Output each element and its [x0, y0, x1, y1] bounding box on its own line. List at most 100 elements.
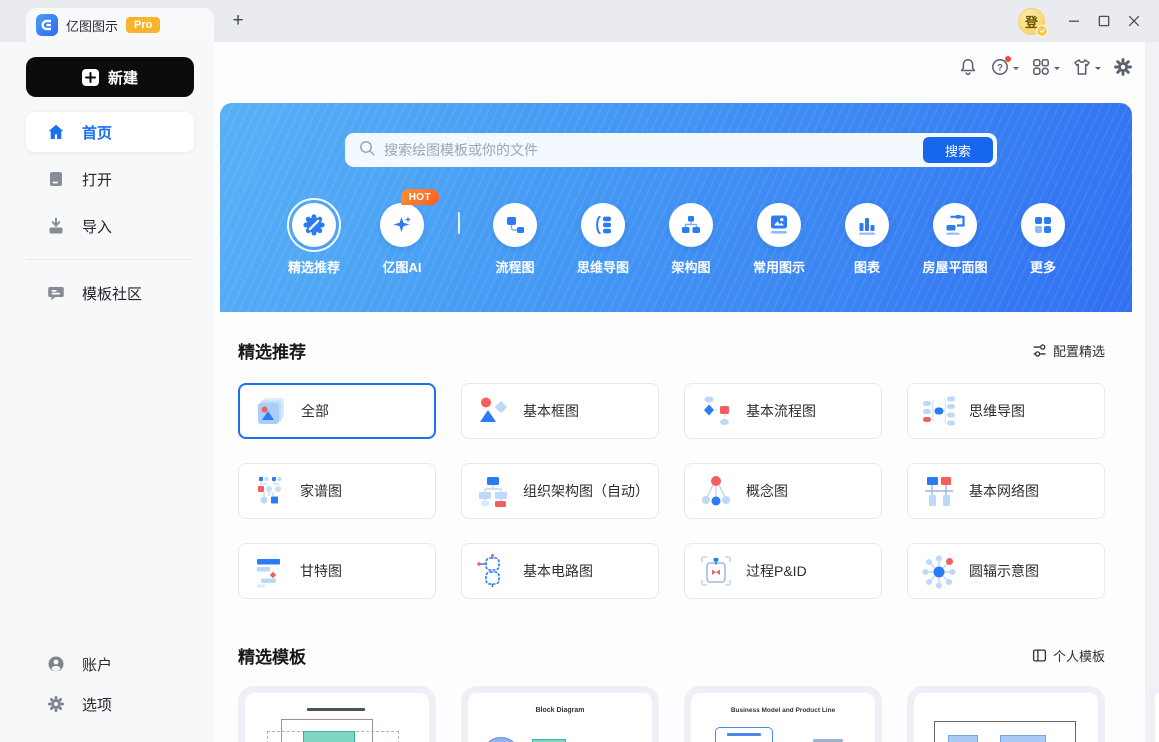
minimize-button[interactable]	[1059, 0, 1089, 42]
user-avatar[interactable]: 登	[1018, 7, 1048, 37]
flowchart-icon	[493, 203, 537, 247]
card-label: 基本电路图	[523, 563, 593, 579]
category-featured[interactable]: 精选推荐	[270, 198, 358, 276]
theme-shirt-icon[interactable]	[1072, 57, 1101, 77]
card-concept-map[interactable]: 概念图	[684, 463, 882, 519]
sidebar-item-import[interactable]: 导入	[26, 206, 194, 246]
card-basic-flowchart[interactable]: 基本流程图	[684, 383, 882, 439]
panel-icon	[1032, 649, 1047, 662]
import-icon	[47, 217, 65, 235]
sidebar-item-options[interactable]: 选项	[26, 684, 194, 724]
card-process-pid[interactable]: 过程P&ID	[684, 543, 882, 599]
tab-bar: 亿图图示 Pro + 登	[0, 0, 1159, 42]
help-icon[interactable]: ?	[990, 56, 1019, 77]
category-ai[interactable]: HOT 亿图AI	[358, 189, 446, 276]
category-label: 架构图	[671, 260, 711, 275]
basic-flowchart-icon	[704, 396, 729, 425]
thumb-shape	[303, 731, 355, 742]
card-family-tree[interactable]: 家谱图	[238, 463, 436, 519]
home-icon	[47, 123, 65, 141]
family-tree-icon	[258, 477, 282, 504]
app-title: 亿图图示	[66, 18, 119, 34]
category-label: 流程图	[495, 260, 535, 275]
search-input[interactable]	[384, 142, 915, 158]
personal-templates-button[interactable]: 个人模板	[1032, 646, 1105, 665]
action-label: 配置精选	[1052, 344, 1105, 359]
sidebar-item-label: 首页	[82, 124, 113, 142]
template-thumbnail[interactable]: Business Model and Product Line	[684, 686, 882, 742]
next-template-peek[interactable]	[1148, 686, 1159, 742]
thumb-title-line	[307, 708, 365, 711]
app-logo-icon	[36, 14, 58, 36]
template-thumbnail[interactable]: Block Diagram	[461, 686, 659, 742]
sidebar-item-label: 模板社区	[82, 285, 143, 303]
category-mindmap[interactable]: 思维导图	[559, 198, 647, 276]
thumb-shape	[1000, 735, 1046, 742]
category-floorplan[interactable]: 房屋平面图	[911, 198, 999, 276]
card-gantt[interactable]: 甘特图	[238, 543, 436, 599]
thumb-title: Business Model and Product Line	[730, 707, 836, 714]
architecture-icon	[669, 203, 713, 247]
card-basic-network[interactable]: 基本网络图	[907, 463, 1105, 519]
chevron-down-icon	[1013, 67, 1019, 73]
close-button[interactable]	[1119, 0, 1149, 42]
radial-icon	[922, 555, 956, 589]
sidebar-item-label: 选项	[82, 696, 113, 714]
app-tab[interactable]: 亿图图示 Pro	[26, 8, 214, 42]
category-architecture[interactable]: 架构图	[647, 198, 735, 276]
config-sliders-icon	[1033, 344, 1046, 357]
template-thumbnails-row: Block Diagram Business Model and Product…	[238, 686, 1105, 742]
category-flowchart[interactable]: 流程图	[471, 198, 559, 276]
notification-bell-icon[interactable]	[958, 57, 978, 77]
action-label: 个人模板	[1052, 649, 1105, 664]
maximize-button[interactable]	[1089, 0, 1119, 42]
new-document-button[interactable]: 新建	[26, 57, 194, 97]
configure-featured-button[interactable]: 配置精选	[1032, 341, 1105, 360]
featured-cards-grid: 全部 基本框图 基本流程图 思维导图 家谱图 组织架构图（自动） 概念图 基本网…	[238, 383, 1105, 599]
card-basic-block[interactable]: 基本框图	[461, 383, 659, 439]
template-thumbnail[interactable]	[238, 686, 436, 742]
featured-section-title: 精选推荐	[238, 343, 306, 362]
category-charts[interactable]: 图表	[823, 198, 911, 276]
card-all[interactable]: 全部	[238, 383, 436, 439]
scrollbar-track[interactable]	[1145, 42, 1159, 742]
thumb-shape	[727, 733, 761, 736]
category-label: 亿图AI	[382, 260, 422, 275]
circuit-icon	[477, 554, 500, 587]
community-icon	[47, 284, 65, 302]
card-label: 过程P&ID	[746, 563, 807, 579]
card-label: 思维导图	[969, 403, 1025, 419]
card-basic-circuit[interactable]: 基本电路图	[461, 543, 659, 599]
card-mindmap[interactable]: 思维导图	[907, 383, 1105, 439]
floorplan-icon	[933, 203, 977, 247]
ai-sparkle-icon	[380, 203, 424, 247]
mindmap-card-icon	[923, 396, 955, 426]
mindmap-icon	[581, 203, 625, 247]
sidebar-item-template-community[interactable]: 模板社区	[26, 273, 194, 313]
sidebar-item-open[interactable]: 打开	[26, 159, 194, 199]
card-label: 基本网络图	[969, 483, 1039, 499]
thumb-shape	[486, 737, 516, 742]
sidebar-item-label: 账户	[82, 656, 113, 674]
search-button[interactable]: 搜索	[923, 137, 993, 163]
network-icon	[925, 477, 953, 506]
featured-badge-icon	[292, 203, 336, 247]
sidebar-item-account[interactable]: 账户	[26, 644, 194, 684]
card-org-chart-auto[interactable]: 组织架构图（自动）	[461, 463, 659, 519]
category-more[interactable]: 更多	[999, 198, 1087, 276]
new-tab-button[interactable]: +	[226, 0, 250, 42]
card-label: 组织架构图（自动）	[523, 483, 649, 499]
sidebar-item-label: 导入	[82, 218, 113, 236]
category-common-diagrams[interactable]: 常用图示	[735, 198, 823, 276]
sidebar-item-home[interactable]: 首页	[26, 112, 194, 152]
options-gear-icon	[47, 695, 65, 713]
card-label: 甘特图	[300, 563, 342, 579]
template-thumbnail[interactable]	[907, 686, 1105, 742]
card-label: 基本流程图	[746, 403, 816, 419]
document-icon	[47, 170, 65, 188]
pro-badge: Pro	[126, 17, 161, 33]
card-radial-diagram[interactable]: 圆辐示意图	[907, 543, 1105, 599]
apps-grid-icon[interactable]	[1031, 57, 1060, 77]
notification-dot	[1005, 56, 1011, 62]
settings-gear-icon[interactable]	[1113, 57, 1133, 77]
